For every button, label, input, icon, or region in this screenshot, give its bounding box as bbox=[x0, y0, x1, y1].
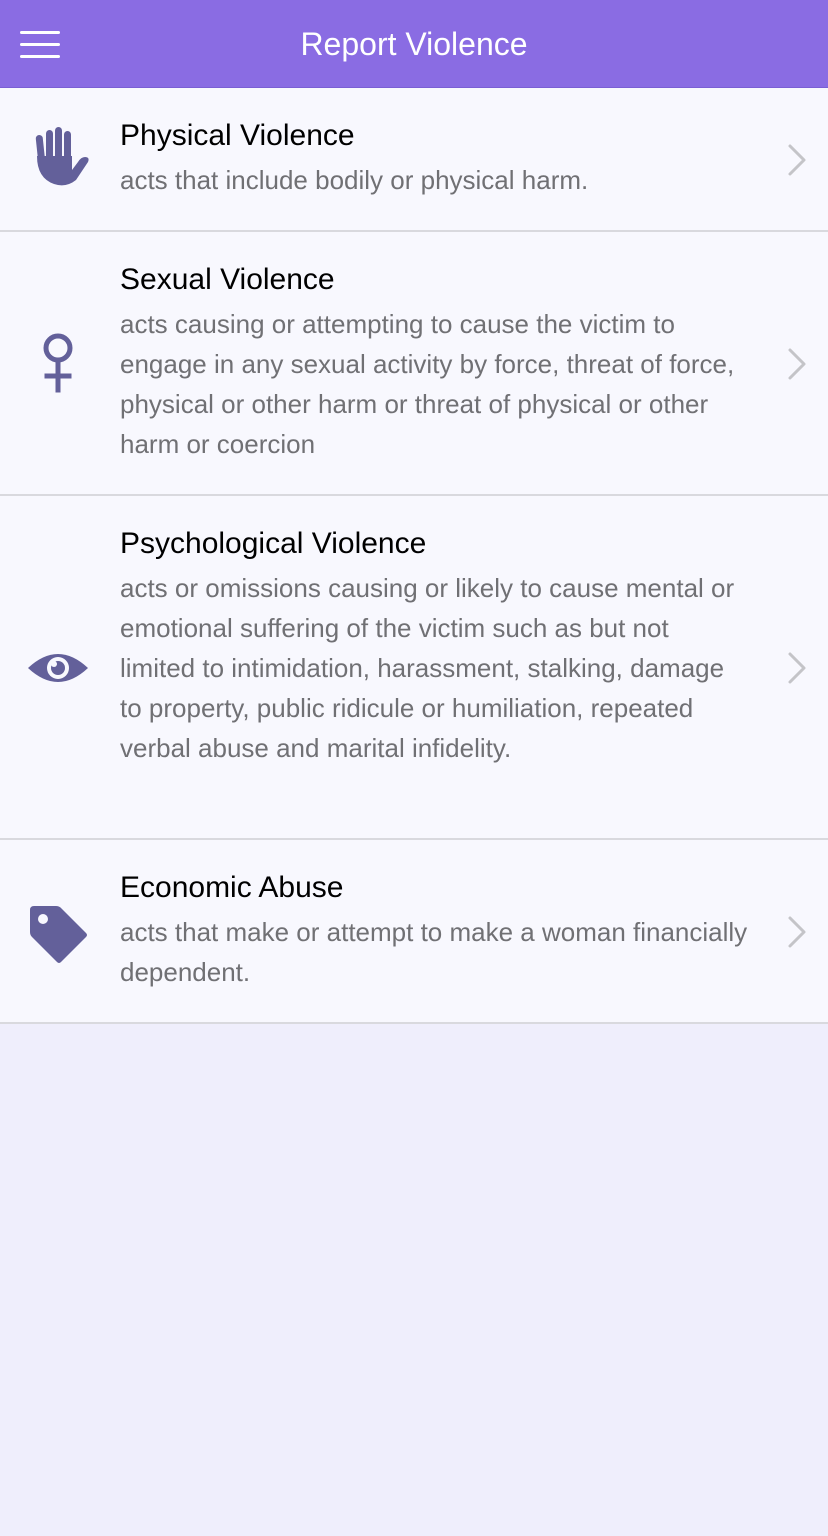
violence-type-list: Physical Violence acts that include bodi… bbox=[0, 88, 828, 1024]
list-item-psychological-violence[interactable]: Psychological Violence acts or omissions… bbox=[0, 496, 828, 840]
item-description: acts that include bodily or physical har… bbox=[120, 165, 589, 195]
chevron-right-icon bbox=[786, 344, 810, 384]
list-item-economic-abuse[interactable]: Economic Abuse acts that make or attempt… bbox=[0, 840, 828, 1024]
female-symbol-icon bbox=[26, 332, 90, 396]
item-description: acts that make or attempt to make a woma… bbox=[120, 917, 748, 987]
report-violence-screen: Report Violence Physical Violence acts t… bbox=[0, 0, 828, 1536]
item-title: Economic Abuse bbox=[120, 871, 344, 904]
chevron-right-icon bbox=[786, 648, 810, 688]
list-item-sexual-violence[interactable]: Sexual Violence acts causing or attempti… bbox=[0, 232, 828, 496]
item-description: acts or omissions causing or likely to c… bbox=[120, 573, 735, 763]
chevron-right-icon bbox=[786, 912, 810, 952]
item-description: acts causing or attempting to cause the … bbox=[120, 309, 735, 459]
list-item-physical-violence[interactable]: Physical Violence acts that include bodi… bbox=[0, 88, 828, 232]
tag-icon bbox=[26, 902, 90, 966]
item-title: Sexual Violence bbox=[120, 263, 335, 296]
page-title: Report Violence bbox=[300, 26, 528, 62]
eye-icon bbox=[26, 636, 90, 700]
chevron-right-icon bbox=[786, 140, 810, 180]
item-title: Psychological Violence bbox=[120, 527, 427, 560]
hand-icon bbox=[26, 126, 90, 190]
hamburger-menu-icon[interactable] bbox=[14, 24, 68, 64]
item-title: Physical Violence bbox=[120, 119, 355, 152]
nav-bar: Report Violence bbox=[0, 0, 828, 88]
